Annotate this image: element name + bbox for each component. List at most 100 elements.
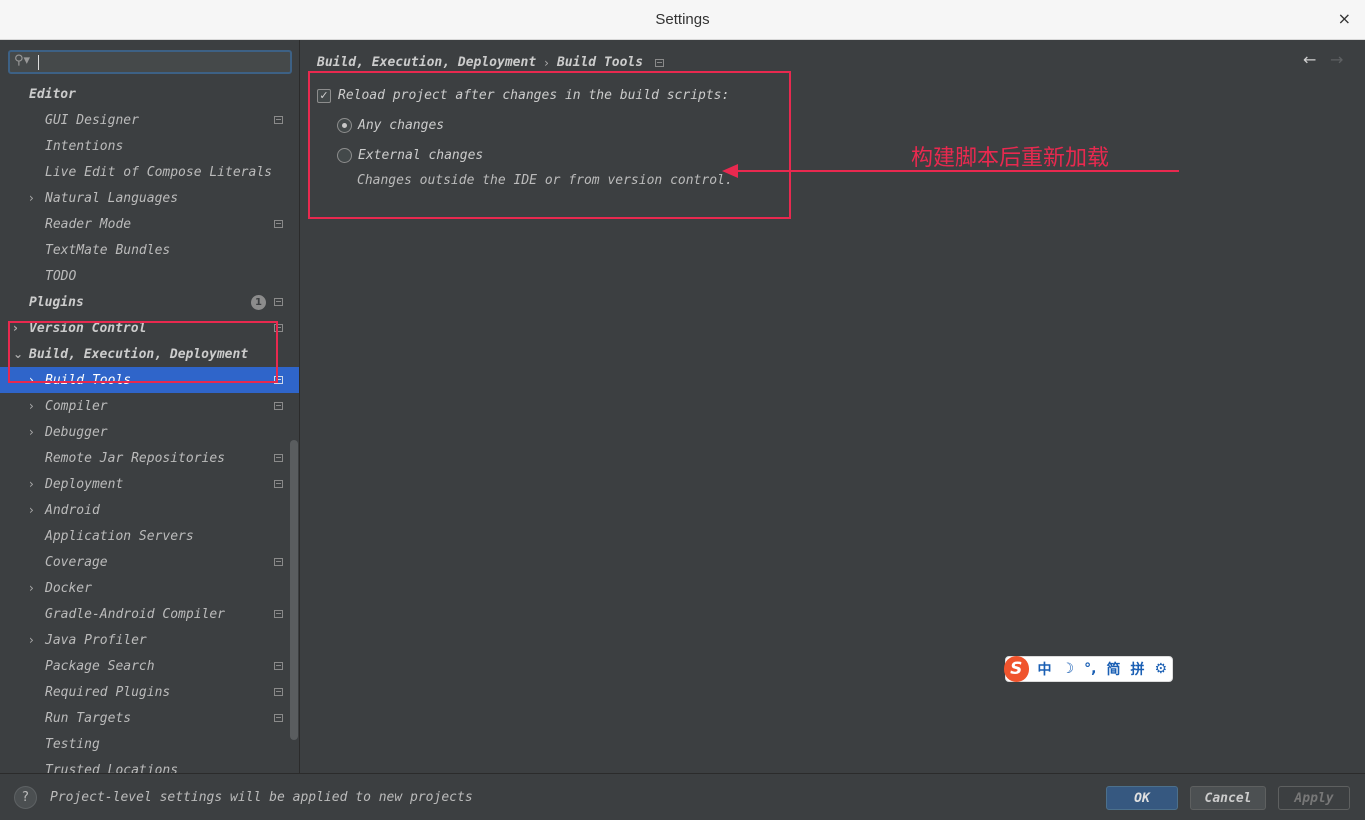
- tree-item-reader-mode[interactable]: Reader Mode: [0, 211, 299, 237]
- dialog-footer: ? Project-level settings will be applied…: [0, 773, 1365, 820]
- title-bar: Settings ×: [0, 0, 1365, 40]
- project-scope-icon: [274, 220, 283, 228]
- sogou-logo: S: [1004, 656, 1029, 682]
- annotation-label: 构建脚本后重新加载: [911, 146, 1110, 171]
- tree-item-label: Gradle-Android Compiler: [45, 606, 226, 622]
- annotation-highlight-box: [308, 71, 791, 219]
- tree-item-label: Compiler: [45, 398, 108, 414]
- search-box[interactable]: ⚲▾: [8, 50, 292, 74]
- ime-punctuation[interactable]: °,: [1084, 661, 1096, 677]
- chevron-right-icon[interactable]: ›: [29, 477, 39, 491]
- forward-arrow-icon[interactable]: →: [1330, 50, 1343, 69]
- project-scope-icon: [274, 116, 283, 124]
- chevron-right-icon[interactable]: ›: [29, 399, 39, 413]
- tree-item-label: Debugger: [45, 424, 108, 440]
- tree-item-label: Remote Jar Repositories: [45, 450, 226, 466]
- back-arrow-icon[interactable]: ←: [1303, 50, 1316, 69]
- annotation-arrow-head: [722, 164, 738, 178]
- tree-item-label: Plugins: [29, 294, 84, 310]
- apply-button[interactable]: Apply: [1278, 786, 1350, 810]
- tree-item-label: Android: [45, 502, 100, 518]
- tree-item-java-profiler[interactable]: › Java Profiler: [0, 627, 299, 653]
- tree-item-deployment[interactable]: › Deployment: [0, 471, 299, 497]
- tree-item-docker[interactable]: › Docker: [0, 575, 299, 601]
- project-scope-icon: [274, 402, 283, 410]
- tree-item-label: Testing: [45, 736, 100, 752]
- project-scope-icon: [274, 480, 283, 488]
- ime-toolbar[interactable]: S 中 ☽ °, 简 拼 ⚙: [1004, 656, 1173, 682]
- tree-item-label: Coverage: [45, 554, 108, 570]
- tree-item-natural-languages[interactable]: › Natural Languages: [0, 185, 299, 211]
- chevron-right-icon[interactable]: ›: [29, 581, 39, 595]
- search-icon: ⚲▾: [14, 53, 31, 68]
- project-scope-icon: [274, 610, 283, 618]
- tree-highlight-box: [8, 321, 278, 383]
- breadcrumb-current: Build Tools: [556, 55, 644, 70]
- tree-item-remote-jar-repositories[interactable]: Remote Jar Repositories: [0, 445, 299, 471]
- tree-item-live-edit-of-compose-literals[interactable]: Live Edit of Compose Literals: [0, 159, 299, 185]
- tree-item-gui-designer[interactable]: GUI Designer: [0, 107, 299, 133]
- tree-item-intentions[interactable]: Intentions: [0, 133, 299, 159]
- cancel-button[interactable]: Cancel: [1190, 786, 1266, 810]
- text-caret: [38, 55, 39, 70]
- search-input[interactable]: [40, 52, 288, 72]
- tree-item-debugger[interactable]: › Debugger: [0, 419, 299, 445]
- breadcrumb: Build, Execution, Deployment › Build Too…: [317, 55, 665, 70]
- tree-item-label: Package Search: [45, 658, 155, 674]
- chevron-right-icon[interactable]: ›: [29, 503, 39, 517]
- sidebar-scrollbar[interactable]: [290, 440, 298, 740]
- tree-item-todo[interactable]: TODO: [0, 263, 299, 289]
- chevron-right-icon[interactable]: ›: [29, 633, 39, 647]
- project-scope-icon: [274, 298, 283, 306]
- tree-item-required-plugins[interactable]: Required Plugins: [0, 679, 299, 705]
- footer-note: Project-level settings will be applied t…: [50, 790, 473, 805]
- tree-item-trusted-locations[interactable]: Trusted Locations: [0, 757, 299, 774]
- project-scope-icon: [274, 714, 283, 722]
- tree-item-label: Run Targets: [45, 710, 132, 726]
- project-scope-icon: [274, 662, 283, 670]
- ime-settings-icon[interactable]: ⚙: [1154, 661, 1167, 677]
- chevron-right-icon[interactable]: ›: [29, 425, 39, 439]
- tree-item-label: GUI Designer: [45, 112, 139, 128]
- tree-item-label: Natural Languages: [45, 190, 179, 206]
- project-scope-icon: [655, 58, 665, 67]
- chevron-right-icon[interactable]: ›: [29, 191, 39, 205]
- close-icon[interactable]: ×: [1338, 9, 1351, 28]
- tree-item-label: Application Servers: [45, 528, 194, 544]
- help-icon[interactable]: ?: [14, 786, 37, 809]
- tree-item-label: Java Profiler: [45, 632, 147, 648]
- settings-content: Build, Execution, Deployment › Build Too…: [301, 40, 1365, 773]
- tree-item-gradle-android-compiler[interactable]: Gradle-Android Compiler: [0, 601, 299, 627]
- breadcrumb-separator: ›: [544, 55, 549, 70]
- ime-chinese-mode[interactable]: 中: [1038, 659, 1052, 679]
- ime-simplified[interactable]: 简: [1106, 659, 1120, 679]
- tree-item-label: Required Plugins: [45, 684, 171, 700]
- tree-item-plugins[interactable]: Plugins 1: [0, 289, 299, 315]
- tree-item-label: Live Edit of Compose Literals: [45, 164, 272, 180]
- tree-item-textmate-bundles[interactable]: TextMate Bundles: [0, 237, 299, 263]
- breadcrumb-parent[interactable]: Build, Execution, Deployment: [317, 55, 536, 70]
- tree-item-label: TextMate Bundles: [45, 242, 171, 258]
- tree-item-run-targets[interactable]: Run Targets: [0, 705, 299, 731]
- project-scope-icon: [274, 688, 283, 696]
- tree-item-android[interactable]: › Android: [0, 497, 299, 523]
- tree-item-label: Docker: [45, 580, 92, 596]
- tree-item-application-servers[interactable]: Application Servers: [0, 523, 299, 549]
- tree-item-editor[interactable]: Editor: [0, 81, 299, 107]
- tree-item-testing[interactable]: Testing: [0, 731, 299, 757]
- tree-item-label: Reader Mode: [45, 216, 132, 232]
- project-scope-icon: [274, 558, 283, 566]
- tree-item-package-search[interactable]: Package Search: [0, 653, 299, 679]
- ime-pinyin[interactable]: 拼: [1130, 659, 1144, 679]
- settings-sidebar: ⚲▾ Editor GUI Designer Intentions Live Edit…: [0, 40, 300, 773]
- tree-item-compiler[interactable]: › Compiler: [0, 393, 299, 419]
- project-scope-icon: [274, 454, 283, 462]
- tree-item-label: Trusted Locations: [45, 762, 179, 774]
- tree-item-label: TODO: [45, 268, 77, 284]
- ok-button[interactable]: OK: [1106, 786, 1178, 810]
- tree-item-label: Intentions: [45, 138, 124, 154]
- ime-moon-icon[interactable]: ☽: [1062, 661, 1075, 677]
- tree-item-coverage[interactable]: Coverage: [0, 549, 299, 575]
- window-title: Settings: [655, 11, 710, 28]
- tree-item-label: Editor: [29, 86, 76, 102]
